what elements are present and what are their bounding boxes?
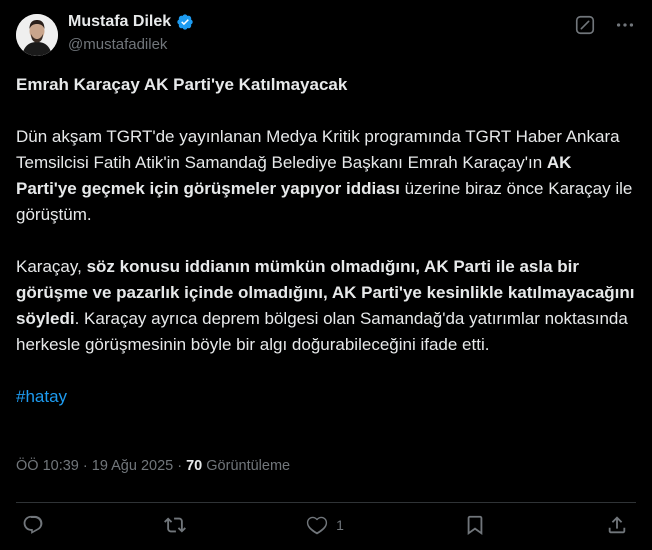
meta-separator: · bbox=[173, 458, 187, 474]
repost-icon bbox=[164, 517, 186, 532]
share-icon bbox=[608, 515, 626, 533]
avatar[interactable] bbox=[16, 14, 58, 56]
paragraph-2-c: . Karaçay ayrıca deprem bölgesi olan Sam… bbox=[16, 309, 628, 354]
post-time[interactable]: ÖÖ 10:39 bbox=[16, 458, 79, 474]
views-count: 70 bbox=[186, 458, 203, 474]
share-button[interactable] bbox=[606, 514, 628, 536]
grok-icon[interactable] bbox=[574, 14, 596, 36]
author-name[interactable]: Mustafa Dilek bbox=[68, 13, 171, 31]
avatar-image bbox=[16, 14, 58, 56]
post-date[interactable]: 19 Ağu 2025 bbox=[92, 458, 173, 474]
author-handle[interactable]: @mustafadilek bbox=[68, 36, 167, 53]
reply-icon bbox=[23, 515, 43, 534]
bookmark-icon bbox=[467, 515, 483, 535]
action-bar: 1 bbox=[16, 502, 636, 546]
like-button[interactable]: 1 bbox=[306, 514, 344, 536]
post-title: Emrah Karaçay AK Parti'ye Katılmayacak bbox=[16, 75, 348, 94]
more-options-icon[interactable] bbox=[614, 14, 636, 36]
paragraph-1-a: Dün akşam TGRT'de yayınlanan Medya Kriti… bbox=[16, 127, 620, 172]
like-count: 1 bbox=[336, 516, 344, 533]
views-label: Görüntüleme bbox=[202, 458, 291, 474]
paragraph-2-a: Karaçay, bbox=[16, 257, 87, 276]
hashtag-link[interactable]: #hatay bbox=[16, 387, 67, 406]
repost-button[interactable] bbox=[164, 514, 186, 536]
tweet-text: Emrah Karaçay AK Parti'ye Katılmayacak D… bbox=[16, 72, 636, 410]
post-meta: ÖÖ 10:39 · 19 Ağu 2025 · 70 Görüntüleme bbox=[16, 458, 290, 474]
paragraph-2: Karaçay, söz konusu iddianın mümkün olma… bbox=[16, 254, 636, 358]
tweet-card: Mustafa Dilek @mustafadilek Emrah Karaça… bbox=[0, 0, 652, 550]
verified-badge-icon bbox=[177, 14, 193, 30]
reply-button[interactable] bbox=[22, 514, 44, 536]
heart-icon bbox=[306, 516, 328, 534]
meta-separator: · bbox=[78, 458, 92, 474]
bookmark-button[interactable] bbox=[464, 514, 486, 536]
paragraph-1: Dün akşam TGRT'de yayınlanan Medya Kriti… bbox=[16, 124, 636, 228]
